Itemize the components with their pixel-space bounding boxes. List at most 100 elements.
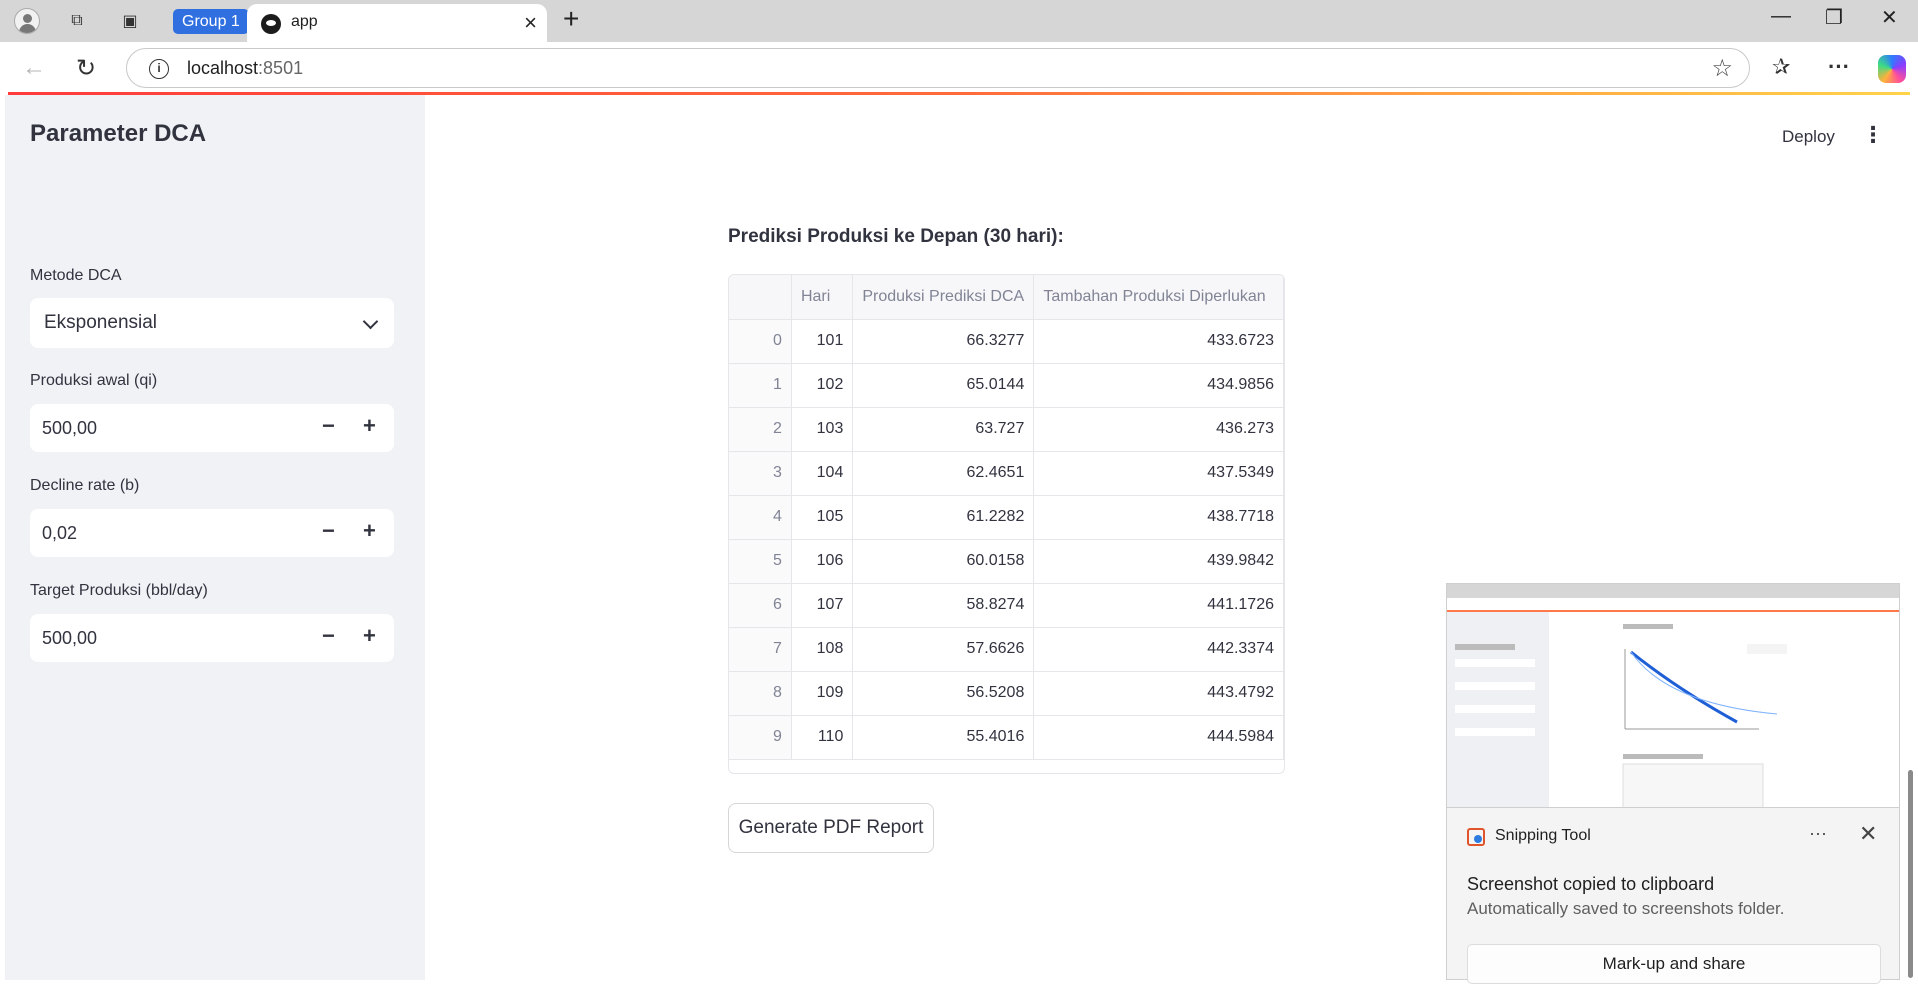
address-bar-row: ← ↻ i localhost:8501 ☆ ✰ ··· (0, 42, 1918, 94)
prediction-dataframe[interactable]: Hari Produksi Prediksi DCA Tambahan Prod… (728, 274, 1285, 774)
reload-icon[interactable]: ↻ (76, 54, 96, 83)
table-cell[interactable]: 103 (791, 407, 854, 452)
table-cell[interactable]: 104 (791, 451, 854, 496)
back-arrow-icon[interactable]: ← (22, 54, 46, 82)
deploy-button[interactable]: Deploy (1782, 127, 1835, 147)
method-select[interactable]: Eksponensial (30, 298, 394, 348)
prediction-table: Hari Produksi Prediksi DCA Tambahan Prod… (729, 275, 1284, 760)
table-row: 7 108 57.6626 442.3374 (729, 627, 1284, 672)
row-index-cell[interactable]: 7 (729, 627, 792, 672)
column-header-index[interactable] (729, 275, 792, 320)
row-index-cell[interactable]: 0 (729, 319, 792, 364)
screenshot-preview-image (1447, 584, 1899, 807)
decline-rate-label: Decline rate (b) (30, 477, 140, 494)
initial-production-input[interactable]: 500,00 − + (30, 404, 394, 452)
increment-button[interactable]: + (363, 413, 376, 439)
site-info-icon[interactable]: i (149, 59, 169, 79)
column-header-hari[interactable]: Hari (791, 275, 854, 320)
workspaces-icon[interactable]: ⧉ (63, 8, 91, 34)
row-index-cell[interactable]: 3 (729, 451, 792, 496)
url-bar[interactable]: i localhost:8501 ☆ (126, 48, 1750, 88)
table-cell[interactable]: 106 (791, 539, 854, 584)
row-index-cell[interactable]: 1 (729, 363, 792, 408)
table-row: 3 104 62.4651 437.5349 (729, 451, 1284, 496)
increment-button[interactable]: + (363, 623, 376, 649)
table-cell[interactable]: 65.0144 (852, 363, 1035, 408)
row-index-cell[interactable]: 2 (729, 407, 792, 452)
table-row: 6 107 58.8274 441.1726 (729, 583, 1284, 628)
restore-icon[interactable]: ❐ (1825, 5, 1843, 30)
table-cell[interactable]: 105 (791, 495, 854, 540)
table-cell[interactable]: 102 (791, 363, 854, 408)
decline-rate-input[interactable]: 0,02 − + (30, 509, 394, 557)
favorite-star-icon[interactable]: ☆ (1711, 54, 1733, 83)
table-cell[interactable]: 108 (791, 627, 854, 672)
decrement-button[interactable]: − (322, 623, 335, 649)
table-row: 8 109 56.5208 443.4792 (729, 671, 1284, 716)
increment-button[interactable]: + (363, 518, 376, 544)
profile-icon[interactable] (12, 8, 42, 34)
favorites-icon[interactable]: ✰ (1772, 54, 1790, 80)
new-tab-icon[interactable]: + (563, 3, 579, 35)
row-index-cell[interactable]: 4 (729, 495, 792, 540)
table-body: 0 101 66.3277 433.6723 1 102 65.0144 434.9856 2 1… (729, 319, 1284, 760)
target-production-input[interactable]: 500,00 − + (30, 614, 394, 662)
table-cell[interactable]: 110 (791, 715, 854, 760)
table-cell[interactable]: 438.7718 (1033, 495, 1284, 540)
decrement-button[interactable]: − (322, 413, 335, 439)
table-cell[interactable]: 443.4792 (1033, 671, 1284, 716)
table-cell[interactable]: 441.1726 (1033, 583, 1284, 628)
table-row: 9 110 55.4016 444.5984 (729, 715, 1284, 760)
table-cell[interactable]: 434.9856 (1033, 363, 1284, 408)
table-cell[interactable]: 58.8274 (852, 583, 1035, 628)
row-index-cell[interactable]: 8 (729, 671, 792, 716)
row-index-cell[interactable]: 6 (729, 583, 792, 628)
screenshot-thumbnail[interactable] (1446, 583, 1900, 808)
method-label: Metode DCA (30, 267, 122, 284)
copilot-icon[interactable] (1878, 55, 1906, 83)
decrement-button[interactable]: − (322, 518, 335, 544)
initial-production-value[interactable]: 500,00 (42, 418, 97, 439)
tab-app[interactable]: app × (247, 4, 547, 42)
target-production-value[interactable]: 500,00 (42, 628, 97, 649)
table-cell[interactable]: 107 (791, 583, 854, 628)
table-cell[interactable]: 62.4651 (852, 451, 1035, 496)
table-cell[interactable]: 61.2282 (852, 495, 1035, 540)
table-cell[interactable]: 63.727 (852, 407, 1035, 452)
tab-group-chip[interactable]: Group 1 (173, 9, 249, 34)
snipping-tool-icon (1467, 828, 1485, 846)
sidebar-title: Parameter DCA (30, 120, 207, 147)
window-close-icon[interactable]: ✕ (1881, 5, 1898, 30)
minimize-icon[interactable]: — (1771, 5, 1791, 28)
table-cell[interactable]: 444.5984 (1033, 715, 1284, 760)
tab-close-icon[interactable]: × (524, 10, 537, 36)
table-cell[interactable]: 109 (791, 671, 854, 716)
table-cell[interactable]: 433.6723 (1033, 319, 1284, 364)
page-scrollbar[interactable] (1908, 770, 1913, 978)
table-cell[interactable]: 439.9842 (1033, 539, 1284, 584)
table-cell[interactable]: 442.3374 (1033, 627, 1284, 672)
column-header-produksi-prediksi[interactable]: Produksi Prediksi DCA (852, 275, 1035, 320)
column-header-tambahan-produksi[interactable]: Tambahan Produksi Diperlukan (1033, 275, 1284, 320)
decline-rate-value[interactable]: 0,02 (42, 523, 77, 544)
table-cell[interactable]: 436.273 (1033, 407, 1284, 452)
table-cell[interactable]: 66.3277 (852, 319, 1035, 364)
table-cell[interactable]: 101 (791, 319, 854, 364)
row-index-cell[interactable]: 9 (729, 715, 792, 760)
table-cell[interactable]: 57.6626 (852, 627, 1035, 672)
row-index-cell[interactable]: 5 (729, 539, 792, 584)
table-cell[interactable]: 437.5349 (1033, 451, 1284, 496)
vertical-tabs-icon[interactable]: ▣ (116, 8, 144, 34)
table-cell[interactable]: 60.0158 (852, 539, 1035, 584)
toast-more-options-icon[interactable]: ··· (1809, 823, 1827, 844)
url-text: localhost:8501 (187, 58, 304, 78)
table-cell[interactable]: 55.4016 (852, 715, 1035, 760)
tab-title: app (291, 13, 318, 30)
table-cell[interactable]: 56.5208 (852, 671, 1035, 716)
markup-share-button[interactable]: Mark-up and share (1467, 944, 1881, 984)
table-header-row: Hari Produksi Prediksi DCA Tambahan Prod… (729, 275, 1284, 320)
main-menu-icon[interactable]: ⋮ (1862, 122, 1884, 148)
toast-close-icon[interactable]: ✕ (1859, 821, 1877, 847)
generate-pdf-button[interactable]: Generate PDF Report (728, 803, 934, 853)
more-options-icon[interactable]: ··· (1828, 54, 1850, 80)
